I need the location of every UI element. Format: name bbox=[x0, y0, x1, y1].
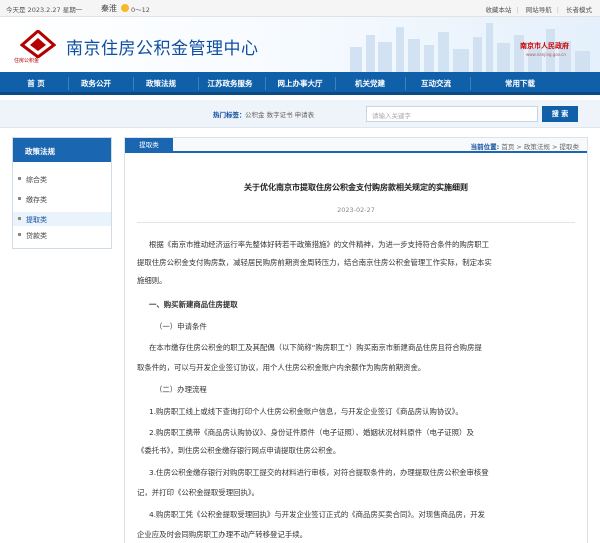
top-bar: 今天是 2023.2.27 星期一 秦淮 0～12 收藏本站 | 网站导航 | 长者… bbox=[0, 0, 600, 17]
housing-fund-logo-icon bbox=[20, 30, 56, 58]
bullet-icon bbox=[18, 233, 21, 236]
sidebar-item-loan[interactable]: 贷款类 bbox=[13, 228, 111, 242]
nav-online-hall[interactable]: 网上办事大厅 bbox=[270, 78, 330, 89]
intro-line-1: 根据《南京市推动经济运行率先整体好转若干政策措施》的文件精神，为进一步支持符合条… bbox=[149, 240, 489, 249]
nav-party[interactable]: 机关党建 bbox=[340, 78, 400, 89]
hot-tags-label: 热门标签： bbox=[213, 111, 246, 119]
site-title: 南京住房公积金管理中心 bbox=[66, 39, 259, 59]
section-heading: 一、购买新建商品住房提取 bbox=[149, 300, 238, 309]
step-line: 企业应及时会同购房职工办理不动产转移登记手续。 bbox=[137, 530, 307, 539]
logo-caption: 住房公积金 bbox=[14, 58, 40, 64]
subsection-heading: （一）申请条件 bbox=[155, 322, 207, 331]
condition-line-1: 在本市缴存住房公积金的职工及其配偶（以下简称“购房职工”）购买南京市新建商品住房… bbox=[149, 343, 482, 352]
bullet-icon bbox=[18, 197, 21, 200]
step-line: 1.购房职工线上或线下查询打印个人住房公积金账户信息，与开发企业签订《商品房认购… bbox=[149, 407, 463, 416]
divider bbox=[137, 222, 575, 223]
step-line: 2.购房职工携带《商品房认购协议》、身份证件原件（电子证照）、婚姻状况材料原件（… bbox=[149, 428, 474, 437]
nav-gov-affairs[interactable]: 政务公开 bbox=[66, 78, 126, 89]
site-nav-link[interactable]: 网站导航 bbox=[526, 6, 552, 14]
hot-tags[interactable]: 公积金 数字证书 申请表 bbox=[245, 109, 314, 119]
sidebar-item-general[interactable]: 综合类 bbox=[13, 172, 111, 186]
step-line: 4.购房职工凭《公积金提取受理回执》与开发企业签订正式的《商品房买卖合同》。对现… bbox=[149, 510, 485, 519]
bullet-icon bbox=[18, 217, 21, 220]
date-text: 今天是 2023.2.27 星期一 bbox=[6, 6, 83, 14]
nav-jiangsu-service[interactable]: 江苏政务服务 bbox=[200, 78, 260, 89]
gov-url-text: www.nanjing.gov.cn bbox=[526, 52, 566, 57]
breadcrumb: 当前位置: 首页 > 政策法规 > 提取类 bbox=[470, 143, 579, 151]
gov-logo-text[interactable]: 南京市人民政府 bbox=[520, 41, 569, 51]
weather-temp: 0～12 bbox=[131, 6, 150, 14]
weather-city: 秦淮 bbox=[101, 4, 117, 13]
step-line: 记，并打印《公积金提取受理回执》。 bbox=[137, 488, 259, 497]
condition-line-2: 取条件的，可以与开发企业签订协议，用个人住房公积金账户内余额作为购房前期资金。 bbox=[137, 363, 426, 372]
nav-interaction[interactable]: 互动交流 bbox=[406, 78, 466, 89]
sidebar-item-withdrawal[interactable]: 提取类 bbox=[13, 212, 111, 226]
subsection-heading: （二）办理流程 bbox=[155, 385, 207, 394]
step-line: 3.住房公积金缴存银行对购房职工提交的材料进行审核，对符合提取条件的，办理提取住… bbox=[149, 468, 489, 477]
top-links: 收藏本站 | 网站导航 | 长者模式 bbox=[485, 6, 592, 14]
search-input[interactable]: 请输入关键字 bbox=[366, 106, 538, 122]
elder-mode-link[interactable]: 长者模式 bbox=[566, 6, 592, 14]
intro-line-3: 施细则。 bbox=[137, 276, 167, 285]
sidebar-title: 政策法规 bbox=[13, 138, 111, 162]
site-header: 住房公积金 南京住房公积金管理中心 南京市人民政府 www.nanjing.go… bbox=[0, 17, 600, 72]
intro-line-2: 提取住房公积金支付购房款，减轻居民购房前期资金周转压力，结合南京住房公积金管理工… bbox=[137, 258, 492, 267]
breadcrumb-path[interactable]: 首页 > 政策法规 > 提取类 bbox=[501, 143, 579, 151]
category-tab[interactable]: 提取类 bbox=[125, 138, 173, 153]
article-date: 2023-02-27 bbox=[337, 206, 375, 214]
nav-policy[interactable]: 政策法规 bbox=[131, 78, 191, 89]
nav-home[interactable]: 首 页 bbox=[6, 78, 66, 89]
sun-icon bbox=[121, 4, 129, 12]
search-button[interactable]: 搜 索 bbox=[542, 106, 578, 122]
article-title: 关于优化南京市提取住房公积金支付购房款相关规定的实施细则 bbox=[244, 183, 468, 192]
main-nav: 首 页 政务公开 政策法规 江苏政务服务 网上办事大厅 机关党建 互动交流 常用… bbox=[0, 72, 600, 95]
sidebar: 政策法规 综合类 缴存类 提取类 贷款类 bbox=[12, 137, 112, 249]
sidebar-item-deposit[interactable]: 缴存类 bbox=[13, 192, 111, 206]
nav-downloads[interactable]: 常用下载 bbox=[490, 78, 550, 89]
bookmark-link[interactable]: 收藏本站 bbox=[485, 6, 511, 14]
bullet-icon bbox=[18, 177, 21, 180]
article-panel: 提取类 当前位置: 首页 > 政策法规 > 提取类 关于优化南京市提取住房公积金… bbox=[124, 137, 588, 543]
step-line: 《委托书》，到住房公积金缴存银行网点申请提取住房公积金。 bbox=[137, 446, 341, 455]
article-header: 提取类 当前位置: 首页 > 政策法规 > 提取类 bbox=[125, 138, 587, 153]
